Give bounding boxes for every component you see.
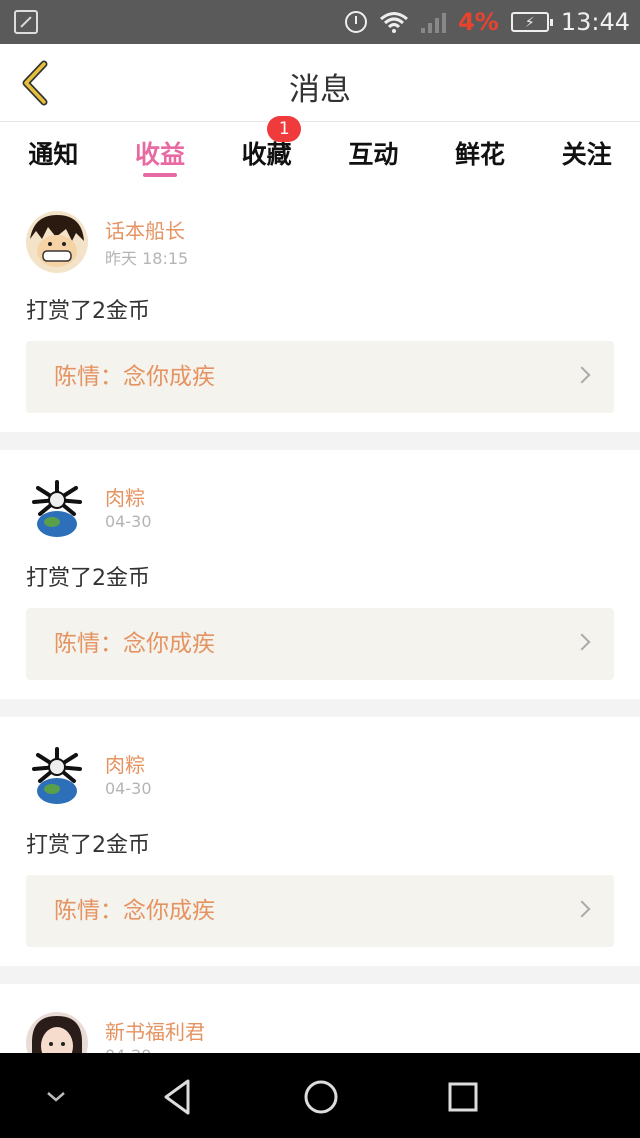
message-text: 打赏了2金币	[26, 566, 150, 591]
avatar[interactable]	[26, 478, 88, 540]
avatar[interactable]	[26, 211, 88, 273]
chevron-right-icon	[573, 366, 591, 384]
app-header: 消息	[0, 44, 640, 122]
username[interactable]: 话本船长	[105, 215, 188, 243]
book-reference-link[interactable]: 陈情：念你成疾	[26, 608, 614, 680]
message-card: 话本船长 昨天 18:15 打赏了2金币 陈情：念你成疾	[0, 183, 640, 432]
username[interactable]: 肉粽	[105, 482, 152, 510]
hide-keyboard-icon[interactable]	[36, 1077, 76, 1117]
chevron-right-icon	[573, 633, 591, 651]
recents-square-icon[interactable]	[443, 1077, 483, 1117]
tab-bar: 通知 收益 收藏 1 互动 鲜花 关注	[0, 116, 640, 183]
battery-charging-icon: ⚡	[510, 12, 553, 32]
username[interactable]: 肉粽	[105, 749, 152, 777]
message-card: 肉粽 04-30 打赏了2金币 陈情：念你成疾	[0, 717, 640, 966]
status-bar: 4% ⚡ 13:44	[0, 0, 640, 44]
message-card: 肉粽 04-30 打赏了2金币 陈情：念你成疾	[0, 450, 640, 699]
clock: 13:44	[560, 8, 630, 36]
username[interactable]: 新书福利君	[105, 1016, 205, 1044]
timestamp: 昨天 18:15	[105, 249, 189, 268]
unread-badge: 1	[267, 116, 302, 142]
tab-interactions[interactable]: 互动	[320, 123, 427, 183]
signal-icon	[421, 11, 447, 33]
tab-notifications[interactable]: 通知	[0, 123, 107, 183]
tab-favorites[interactable]: 收藏 1	[213, 116, 320, 183]
home-circle-icon[interactable]	[301, 1077, 341, 1117]
message-text: 打赏了2金币	[26, 299, 150, 324]
message-feed: 话本船长 昨天 18:15 打赏了2金币 陈情：念你成疾 肉粽 04-30 打赏…	[0, 183, 640, 1053]
image-icon	[14, 10, 38, 34]
tab-follows[interactable]: 关注	[533, 123, 640, 183]
book-reference-link[interactable]: 陈情：念你成疾	[26, 341, 614, 413]
alarm-icon	[345, 11, 368, 33]
page-title: 消息	[289, 72, 351, 108]
avatar[interactable]	[26, 745, 88, 807]
message-text: 打赏了2金币	[26, 833, 150, 858]
back-triangle-icon[interactable]	[158, 1077, 198, 1117]
tab-earnings[interactable]: 收益	[107, 123, 214, 183]
tab-flowers[interactable]: 鲜花	[427, 123, 534, 183]
battery-percent: 4%	[458, 8, 499, 36]
wifi-icon	[379, 11, 409, 33]
system-nav-bar	[0, 1053, 640, 1138]
message-card: 新书福利君 04-29	[0, 984, 640, 1053]
book-reference-link[interactable]: 陈情：念你成疾	[26, 875, 614, 947]
timestamp: 04-29	[105, 1046, 205, 1053]
chevron-right-icon	[573, 900, 591, 918]
timestamp: 04-30	[105, 779, 152, 798]
avatar[interactable]	[26, 1012, 88, 1053]
timestamp: 04-30	[105, 512, 152, 531]
